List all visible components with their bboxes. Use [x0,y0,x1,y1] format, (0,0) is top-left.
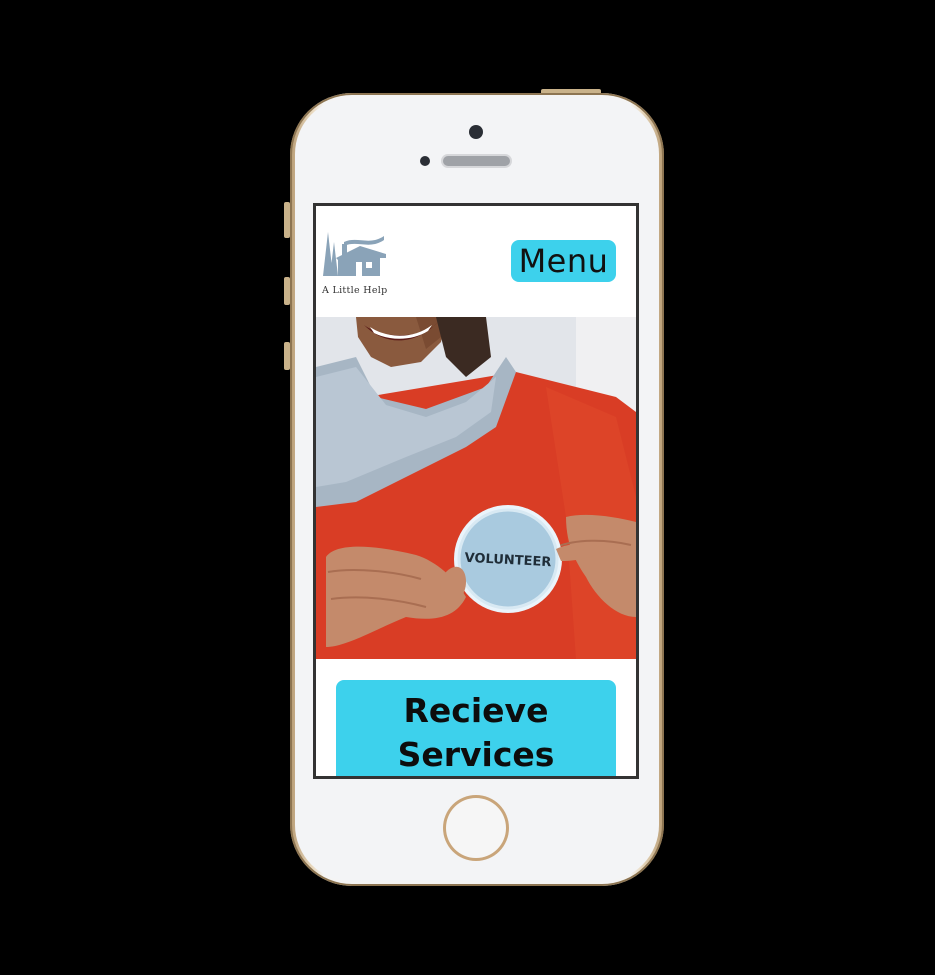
web-page: A Little Help Menu VOLUNTEER Recieve Ser… [316,206,636,776]
receive-services-button[interactable]: Recieve Services [336,680,616,776]
services-label-line2: Services [397,735,555,774]
site-header: A Little Help Menu [316,206,636,317]
proximity-sensor [420,156,430,166]
front-camera [469,125,483,139]
menu-button[interactable]: Menu [511,240,616,282]
hero-image: VOLUNTEER [316,317,636,659]
phone-screen: A Little Help Menu VOLUNTEER Recieve Ser… [313,203,639,779]
home-button[interactable] [443,795,509,861]
logo-text: A Little Help [322,285,388,296]
earpiece-speaker [443,156,510,166]
volunteer-photo: VOLUNTEER [316,317,636,659]
services-label-line1: Recieve [403,691,549,730]
